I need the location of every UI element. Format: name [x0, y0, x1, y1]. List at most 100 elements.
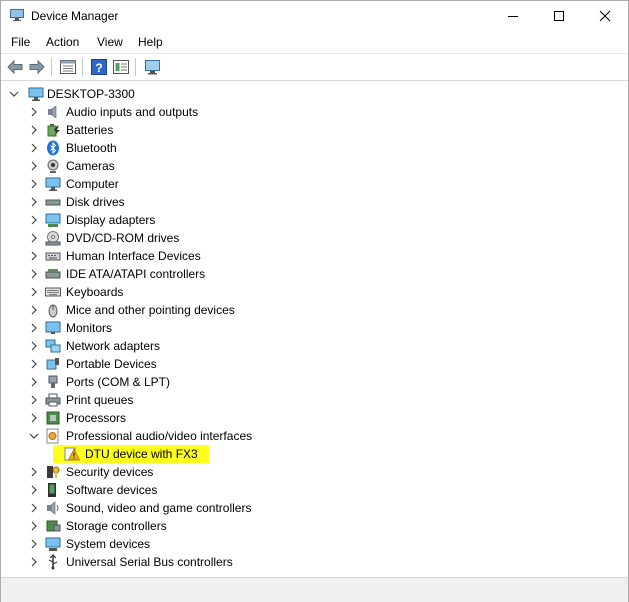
monitor-scan-icon[interactable] [144, 58, 162, 76]
tree-item-network-adapters[interactable]: Network adapters [1, 337, 621, 355]
tree-item-storage-controllers[interactable]: Storage controllers [1, 517, 621, 535]
tree-item-sound-video[interactable]: Sound, video and game controllers [1, 499, 621, 517]
chevron-down-icon[interactable] [9, 88, 19, 100]
usb-icon [48, 554, 58, 570]
tree-item-label: IDE ATA/ATAPI controllers [66, 267, 206, 281]
tree-item-software-devices[interactable]: Software devices [1, 481, 621, 499]
back-arrow-icon[interactable] [6, 58, 24, 76]
tree-item-bluetooth[interactable]: Bluetooth [1, 139, 621, 157]
tree-item-display-adapters[interactable]: Display adapters [1, 211, 621, 229]
tree-item-label: Storage controllers [66, 519, 167, 533]
close-button[interactable] [582, 1, 628, 31]
properties-grid-icon[interactable] [59, 58, 77, 76]
tree-item-usb-controllers[interactable]: Universal Serial Bus controllers [1, 553, 621, 571]
menu-view[interactable]: View [97, 35, 123, 49]
av-interface-icon [46, 428, 59, 444]
mouse-icon [48, 304, 58, 318]
tree-item-disk-drives[interactable]: Disk drives [1, 193, 621, 211]
maximize-button[interactable] [536, 1, 582, 31]
chevron-down-icon[interactable] [29, 430, 39, 442]
tree-item-ports[interactable]: Ports (COM & LPT) [1, 373, 621, 391]
tree-item-batteries[interactable]: Batteries [1, 121, 621, 139]
tree-item-cameras[interactable]: Cameras [1, 157, 621, 175]
portable-device-icon [46, 358, 59, 370]
chevron-right-icon[interactable] [29, 412, 39, 424]
tree-item-label: Display adapters [66, 213, 156, 227]
chevron-right-icon[interactable] [29, 214, 39, 226]
storage-controller-icon [46, 520, 61, 532]
minimize-button[interactable] [490, 1, 536, 31]
tree-item-portable-devices[interactable]: Portable Devices [1, 355, 621, 373]
chevron-right-icon[interactable] [29, 232, 39, 244]
tree-item-label: Mice and other pointing devices [66, 303, 235, 317]
tree-item-computer[interactable]: Computer [1, 175, 621, 193]
status-bar [1, 577, 628, 602]
svg-text:?: ? [95, 61, 102, 75]
chevron-right-icon[interactable] [29, 538, 39, 550]
chevron-right-icon[interactable] [29, 322, 39, 334]
computer-icon [28, 87, 44, 101]
tree-item-mice[interactable]: Mice and other pointing devices [1, 301, 621, 319]
device-manager-icon [10, 9, 24, 21]
chevron-right-icon[interactable] [29, 466, 39, 478]
chevron-right-icon[interactable] [29, 358, 39, 370]
chevron-right-icon[interactable] [29, 268, 39, 280]
chevron-right-icon[interactable] [29, 520, 39, 532]
chevron-right-icon[interactable] [29, 178, 39, 190]
menu-action[interactable]: Action [46, 35, 79, 49]
chevron-right-icon[interactable] [29, 556, 39, 568]
chevron-right-icon[interactable] [29, 304, 39, 316]
chevron-right-icon[interactable] [29, 196, 39, 208]
keyboard-icon [45, 287, 61, 297]
chevron-right-icon[interactable] [29, 286, 39, 298]
chevron-right-icon[interactable] [29, 106, 39, 118]
tree-item-system-devices[interactable]: System devices [1, 535, 621, 553]
chevron-right-icon[interactable] [29, 142, 39, 154]
sound-icon [47, 501, 59, 515]
menu-help[interactable]: Help [138, 35, 163, 49]
tree-root[interactable]: DESKTOP-3300 [1, 85, 621, 103]
tree-item-processors[interactable]: Processors [1, 409, 621, 427]
speaker-icon [48, 105, 57, 119]
chevron-right-icon[interactable] [29, 484, 39, 496]
details-icon[interactable] [112, 58, 130, 76]
chevron-right-icon[interactable] [29, 394, 39, 406]
tree-item-ide-controllers[interactable]: IDE ATA/ATAPI controllers [1, 265, 621, 283]
webcam-icon [47, 159, 59, 173]
tree-item-print-queues[interactable]: Print queues [1, 391, 621, 409]
tree-item-label: Cameras [66, 159, 115, 173]
tree-item-hid[interactable]: Human Interface Devices [1, 247, 621, 265]
chevron-right-icon[interactable] [29, 160, 39, 172]
display-adapter-icon [45, 213, 61, 227]
tree-item-audio-inputs[interactable]: Audio inputs and outputs [1, 103, 621, 121]
title-bar[interactable]: Device Manager [1, 1, 628, 31]
chevron-right-icon[interactable] [29, 124, 39, 136]
tree-item-keyboards[interactable]: Keyboards [1, 283, 621, 301]
tree-item-dvd-drives[interactable]: DVD/CD-ROM drives [1, 229, 621, 247]
tree-item-security-devices[interactable]: Security devices [1, 463, 621, 481]
help-icon[interactable]: ? [90, 58, 108, 76]
toolbar-separator [135, 58, 136, 76]
tree-item-label: Universal Serial Bus controllers [66, 555, 233, 569]
chevron-right-icon[interactable] [29, 376, 39, 388]
tree-item-label: Computer [66, 177, 119, 191]
tree-item-monitors[interactable]: Monitors [1, 319, 621, 337]
menu-file[interactable]: File [11, 35, 30, 49]
chevron-right-icon[interactable] [29, 340, 39, 352]
tree-item-label: Network adapters [66, 339, 161, 353]
tree-item-label: Keyboards [66, 285, 124, 299]
chevron-right-icon[interactable] [29, 502, 39, 514]
network-adapter-icon [45, 339, 61, 353]
forward-arrow-icon[interactable] [28, 58, 46, 76]
tree-item-label: Audio inputs and outputs [66, 105, 199, 119]
port-icon [48, 375, 58, 388]
close-icon [599, 10, 611, 22]
battery-icon [47, 124, 60, 137]
chevron-right-icon[interactable] [29, 250, 39, 262]
tree-item-label: Print queues [66, 393, 134, 407]
tree-item-label: Monitors [66, 321, 113, 335]
tree-item-pro-audio-video[interactable]: Professional audio/video interfaces [1, 427, 621, 445]
tree-item-label: DVD/CD-ROM drives [66, 231, 180, 245]
ide-controller-icon [45, 269, 61, 279]
tree-item-dtu-device[interactable]: DTU device with FX3 [1, 445, 621, 463]
